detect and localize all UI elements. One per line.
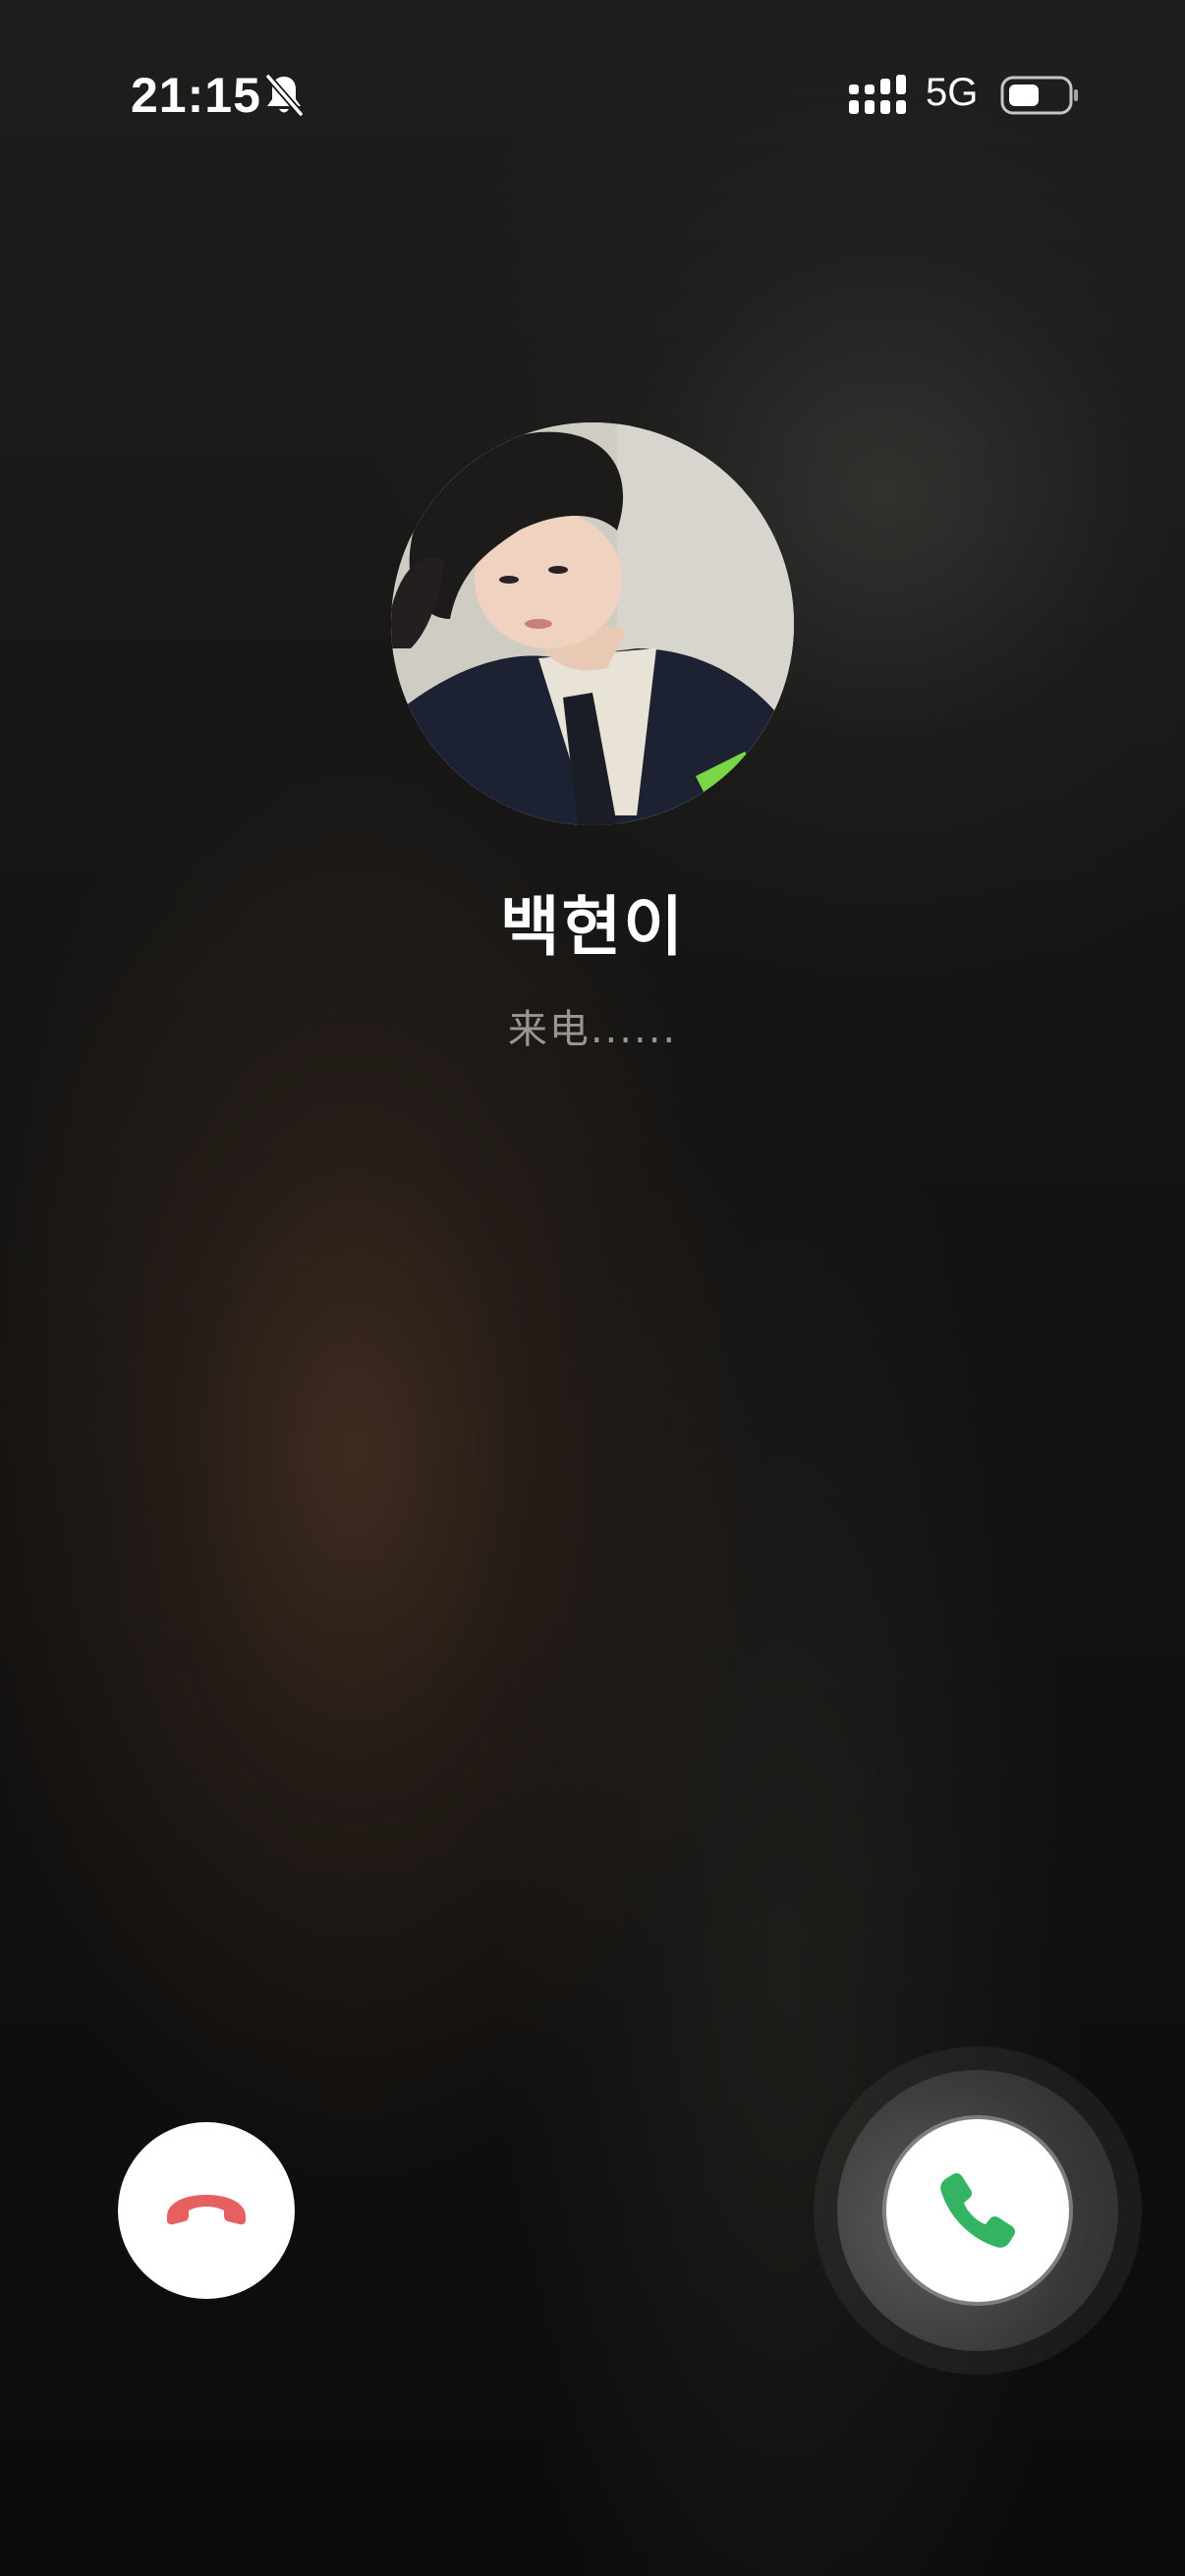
phone-hangup-icon — [167, 2195, 246, 2225]
signal-icon — [849, 75, 906, 114]
phone-icon — [940, 2172, 1016, 2248]
decline-call-button[interactable] — [118, 2122, 295, 2299]
network-type: 5G — [926, 71, 979, 114]
bell-off-icon — [265, 74, 304, 117]
avatar-photo — [391, 422, 794, 825]
caller-name: 백현이 — [499, 889, 686, 965]
incoming-call-screen: 21:15 5G 백현이 来电...... — [0, 0, 1185, 2576]
status-bar: 21:15 5G — [0, 59, 1185, 138]
accept-call-button[interactable] — [886, 2119, 1069, 2302]
status-time: 21:15 — [131, 68, 261, 123]
battery-icon — [1000, 76, 1078, 115]
caller-avatar — [391, 422, 794, 825]
call-status: 来电...... — [507, 1007, 678, 1052]
